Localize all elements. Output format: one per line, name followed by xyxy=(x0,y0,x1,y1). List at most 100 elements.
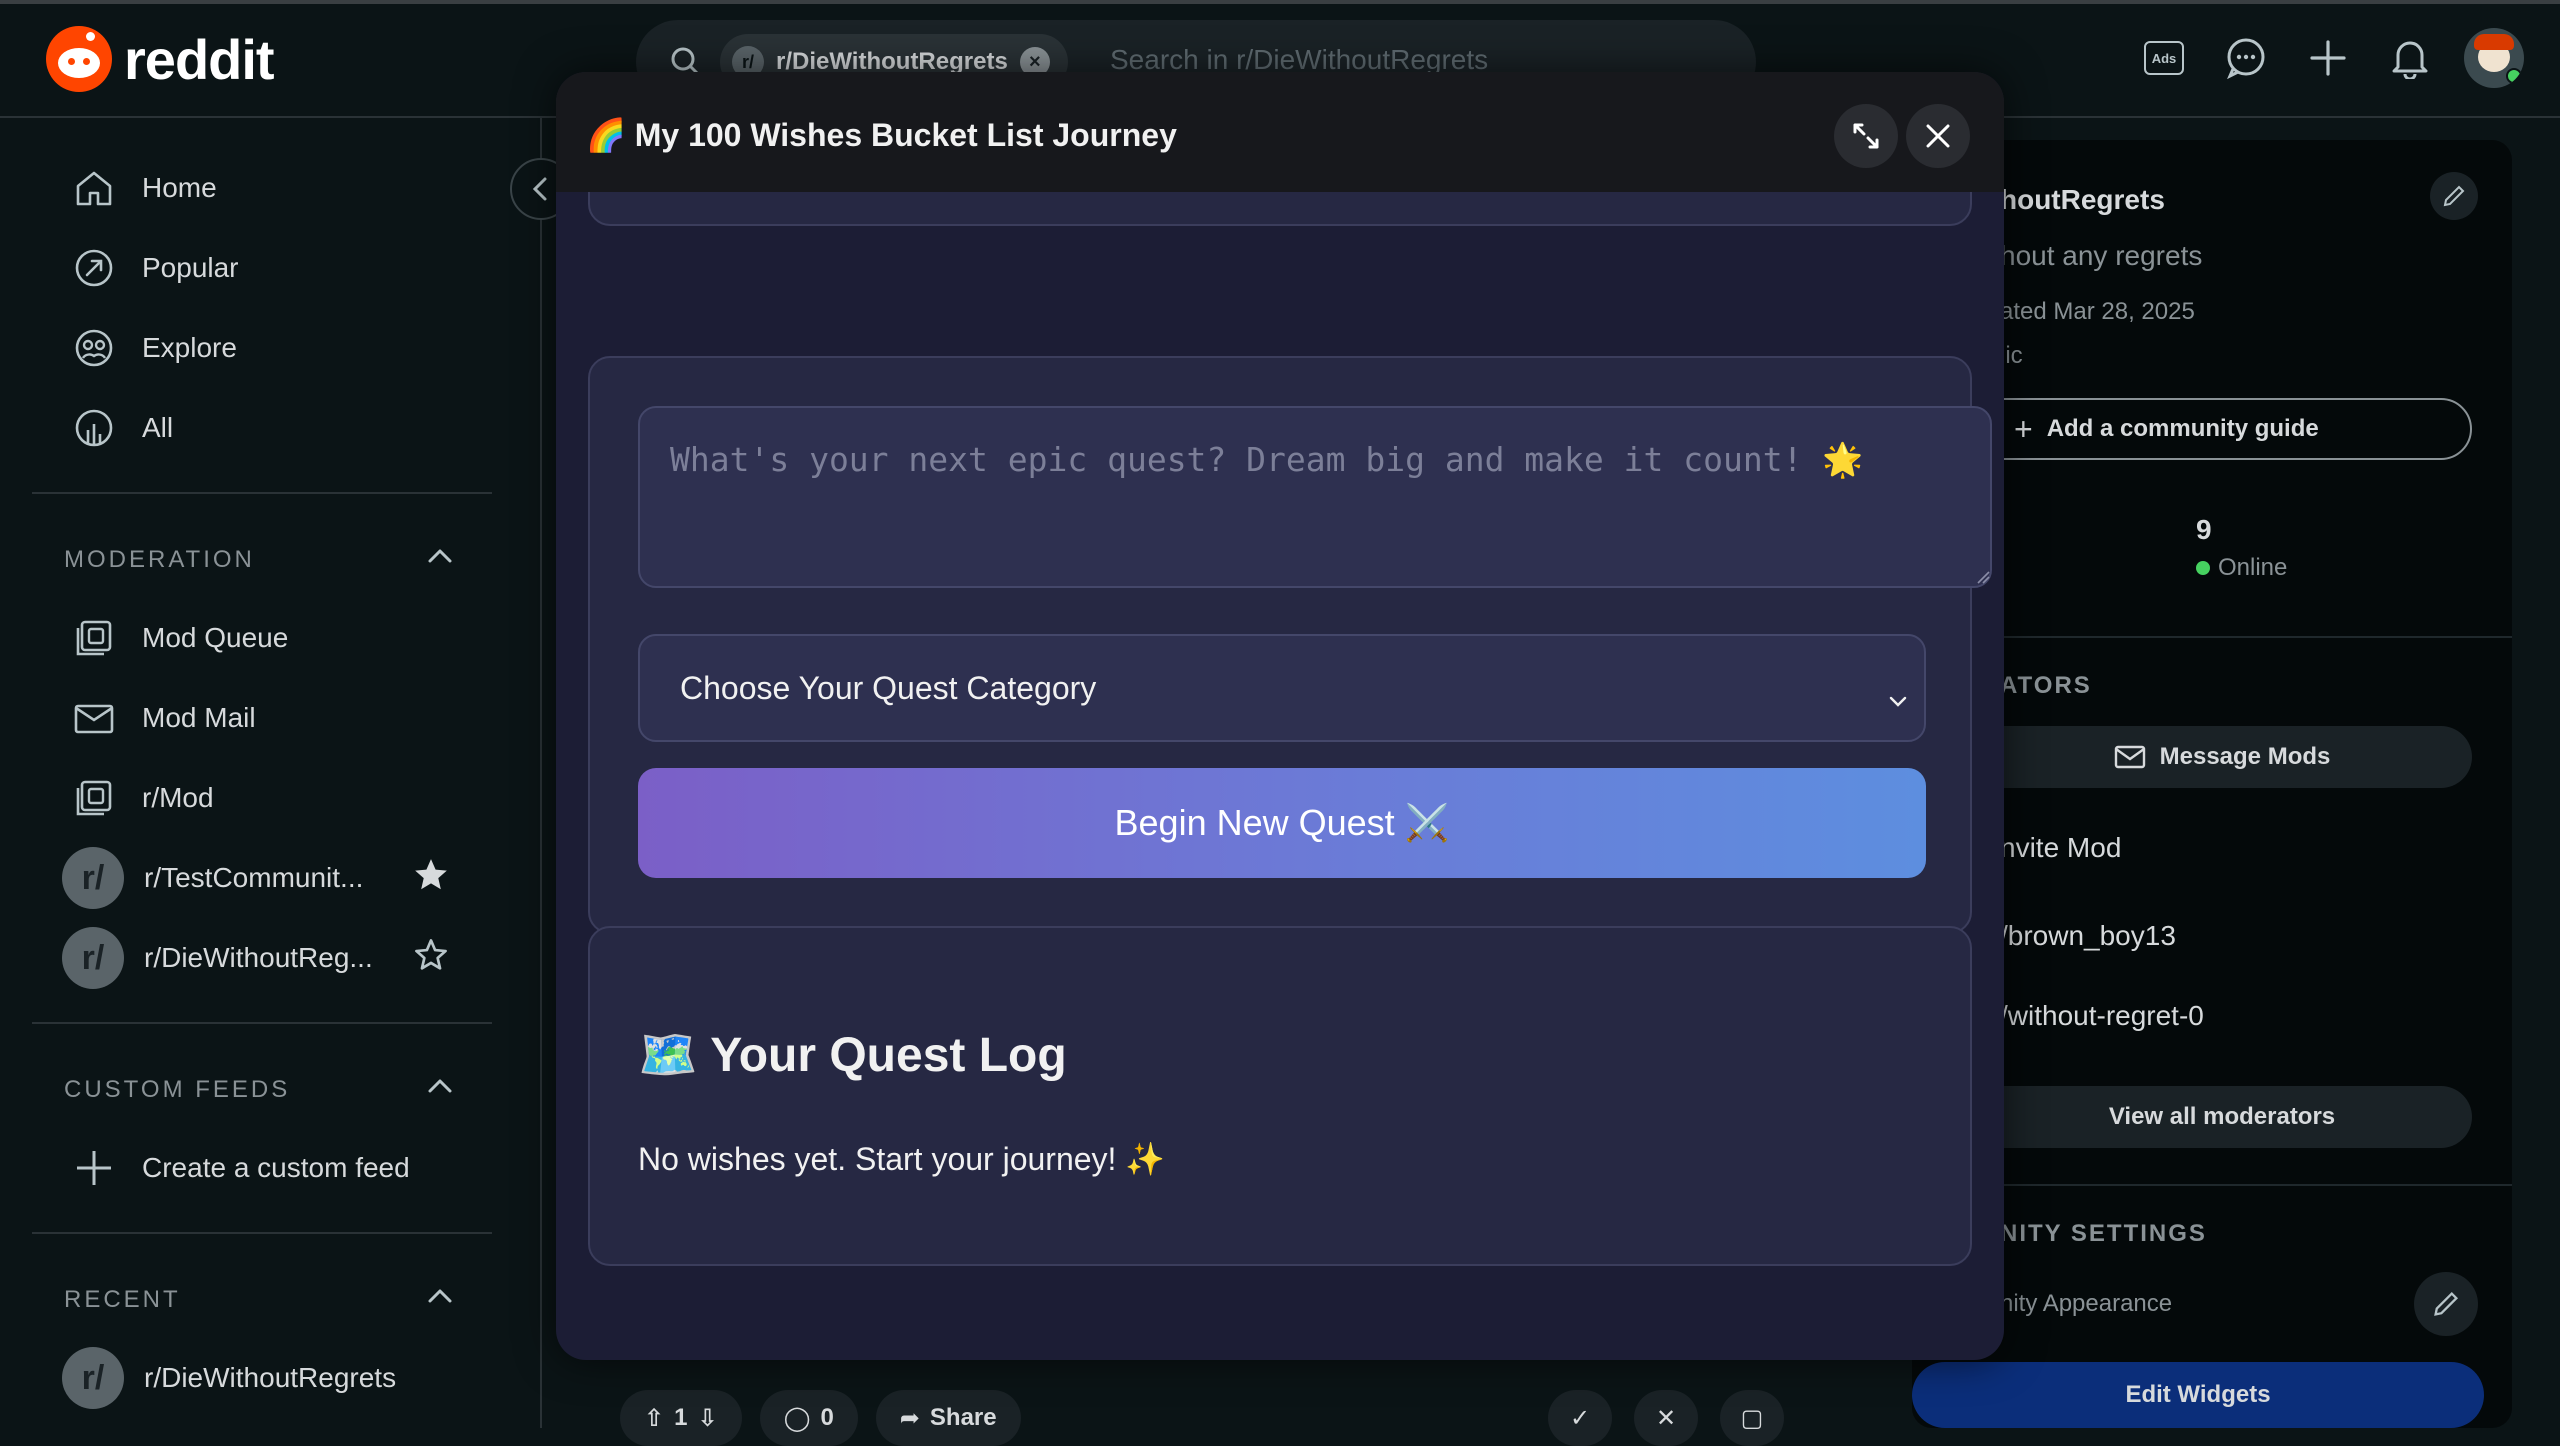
online-indicator: Online xyxy=(2196,554,2287,582)
favorite-star-outline-icon[interactable] xyxy=(412,936,450,983)
resize-handle-icon[interactable] xyxy=(1976,570,1990,584)
shield-icon: ▢ xyxy=(1740,1404,1764,1432)
sidebar-divider xyxy=(32,1232,492,1234)
invite-mod-link[interactable]: nvite Mod xyxy=(2000,832,2121,864)
home-icon xyxy=(72,166,116,210)
add-community-guide-button[interactable]: + Add a community guide xyxy=(1972,398,2472,460)
favorite-star-filled-icon[interactable] xyxy=(412,856,450,903)
edit-appearance-button[interactable] xyxy=(2414,1272,2478,1336)
modal-header: 🌈 My 100 Wishes Bucket List Journey xyxy=(556,72,2004,192)
begin-quest-button[interactable]: Begin New Quest ⚔️ xyxy=(638,768,1926,878)
plus-icon: + xyxy=(2014,410,2033,447)
community-description: hout any regrets xyxy=(2000,240,2203,271)
more-mod-button[interactable]: ▢ xyxy=(1720,1390,1784,1446)
sidebar-divider xyxy=(32,492,492,494)
chevron-up-icon[interactable] xyxy=(424,1074,456,1103)
quest-log-card: 🗺️ Your Quest Log No wishes yet. Start y… xyxy=(588,926,1972,1266)
new-quest-form: What's your next epic quest? Dream big a… xyxy=(588,356,1992,934)
user-avatar[interactable] xyxy=(2464,28,2524,88)
recent-sub-diewithoutregrets[interactable]: r/ r/DieWithoutRegrets xyxy=(32,1342,492,1414)
chevron-up-icon[interactable] xyxy=(424,1284,456,1313)
plus-icon xyxy=(2310,40,2346,76)
nav-home[interactable]: Home xyxy=(32,152,492,224)
remove-button[interactable]: ✕ xyxy=(1634,1390,1698,1446)
nav-label: r/DieWithoutReg... xyxy=(144,942,373,973)
approve-button[interactable]: ✓ xyxy=(1548,1390,1612,1446)
bell-icon xyxy=(2392,41,2428,79)
online-count: 9 xyxy=(2196,514,2212,545)
nav-r-mod[interactable]: r/Mod xyxy=(32,762,492,834)
ads-button[interactable]: Ads xyxy=(2136,30,2192,86)
community-settings-heading: NITY SETTINGS xyxy=(2000,1220,2207,1247)
mod-queue-icon xyxy=(72,616,116,660)
chevron-down-icon xyxy=(1888,680,1908,717)
close-icon xyxy=(1926,124,1950,148)
edit-community-button[interactable] xyxy=(2430,172,2478,220)
moderator-item[interactable]: /without-regret-0 xyxy=(2000,1000,2204,1032)
nav-all[interactable]: All xyxy=(32,392,492,464)
upvote-icon[interactable]: ⇧ xyxy=(644,1404,664,1433)
nav-popular[interactable]: Popular xyxy=(32,232,492,304)
popular-icon xyxy=(72,246,116,290)
nav-label: Explore xyxy=(142,332,237,363)
nav-label: Mod Mail xyxy=(142,702,256,733)
subreddit-icon: r/ xyxy=(62,1347,124,1409)
chevron-left-icon xyxy=(532,177,547,201)
pencil-icon xyxy=(2443,185,2465,207)
vote-control[interactable]: ⇧ 1 ⇩ xyxy=(620,1390,742,1446)
all-icon xyxy=(72,406,116,450)
recent-heading: RECENT xyxy=(64,1286,181,1313)
mail-icon xyxy=(2114,745,2145,769)
share-icon: ➦ xyxy=(899,1404,920,1432)
nav-label: Popular xyxy=(142,252,239,283)
quest-log-empty-message: No wishes yet. Start your journey! ✨ xyxy=(638,1141,1166,1177)
custom-feeds-heading: CUSTOM FEEDS xyxy=(64,1076,291,1103)
online-dot-icon xyxy=(2196,561,2210,575)
nav-explore[interactable]: Explore xyxy=(32,312,492,384)
downvote-icon[interactable]: ⇩ xyxy=(697,1404,717,1433)
nav-label: r/TestCommunit... xyxy=(144,862,364,893)
mod-action-bar: ✓ ✕ ▢ xyxy=(1548,1390,1784,1446)
share-button[interactable]: ➦ Share xyxy=(875,1390,1021,1446)
sidebar-divider xyxy=(32,1022,492,1024)
subreddit-icon: r/ xyxy=(62,927,124,989)
pencil-icon xyxy=(2434,1291,2459,1316)
header-actions: Ads xyxy=(2136,28,2524,88)
expand-button[interactable] xyxy=(1834,104,1898,168)
nav-label: r/DieWithoutRegrets xyxy=(144,1362,397,1393)
scrolled-card-edge xyxy=(588,192,1972,226)
post-action-bar: ⇧ 1 ⇩ ◯ 0 ➦ Share xyxy=(620,1390,1021,1446)
select-value: Choose Your Quest Category xyxy=(680,669,1097,706)
edit-widgets-button[interactable]: Edit Widgets xyxy=(1912,1362,2484,1428)
reddit-logo[interactable]: reddit xyxy=(46,26,275,92)
comments-button[interactable]: ◯ 0 xyxy=(759,1390,858,1446)
quest-log-title: 🗺️ Your Quest Log xyxy=(638,1029,1067,1082)
close-modal-button[interactable] xyxy=(1906,104,1970,168)
nav-label: Home xyxy=(142,172,217,203)
view-all-moderators-button[interactable]: View all moderators xyxy=(1972,1086,2472,1148)
nav-label: Mod Queue xyxy=(142,622,289,653)
chevron-up-icon[interactable] xyxy=(424,544,456,573)
view-all-label: View all moderators xyxy=(2108,1103,2336,1130)
create-custom-feed[interactable]: Create a custom feed xyxy=(32,1132,492,1204)
nav-mod-mail[interactable]: Mod Mail xyxy=(32,682,492,754)
moderator-item[interactable]: /brown_boy13 xyxy=(2000,920,2176,952)
moderators-heading: ATORS xyxy=(2000,672,2092,699)
message-mods-label: Message Mods xyxy=(2159,743,2331,770)
chat-button[interactable] xyxy=(2218,30,2274,86)
online-status-dot xyxy=(2506,68,2522,84)
quest-textarea[interactable]: What's your next epic quest? Dream big a… xyxy=(638,406,1992,588)
community-appearance-label: nity Appearance xyxy=(2000,1290,2173,1317)
modal-body[interactable]: What's your next epic quest? Dream big a… xyxy=(556,192,2004,1360)
community-created: ated Mar 28, 2025 xyxy=(2000,298,2195,325)
quest-category-select[interactable]: Choose Your Quest Category xyxy=(638,634,1926,742)
mod-mail-icon xyxy=(72,696,116,740)
nav-mod-queue[interactable]: Mod Queue xyxy=(32,602,492,674)
online-label: Online xyxy=(2218,554,2288,581)
logo-text: reddit xyxy=(124,27,275,91)
message-mods-button[interactable]: Message Mods xyxy=(1972,726,2472,788)
create-post-button[interactable] xyxy=(2300,30,2356,86)
left-sidebar: Home Popular Explore All MODERATION Mod … xyxy=(0,118,542,1428)
notifications-button[interactable] xyxy=(2382,30,2438,86)
nav-label: Create a custom feed xyxy=(142,1152,410,1183)
